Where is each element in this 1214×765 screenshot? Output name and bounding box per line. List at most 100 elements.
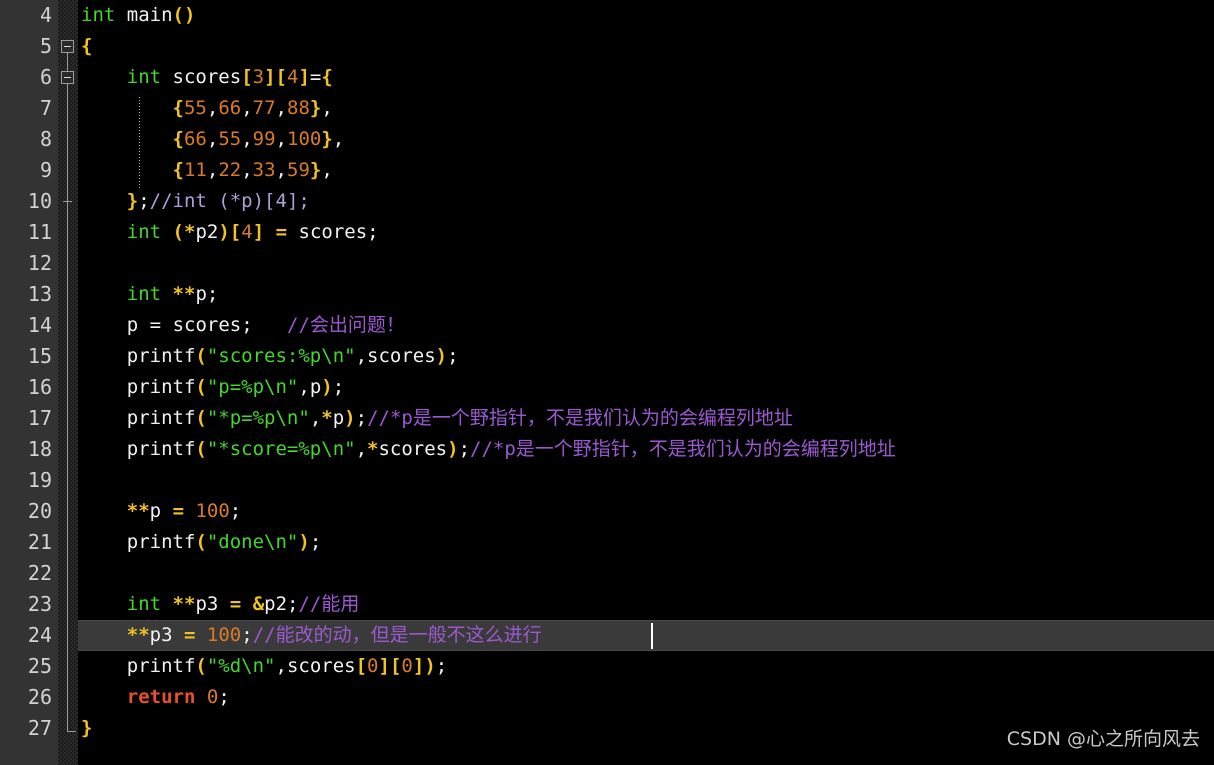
line-number: 10 xyxy=(27,189,52,213)
line-number: 15 xyxy=(27,344,52,368)
fold-guide-line xyxy=(67,44,68,732)
code-line-7[interactable]: {55,66,77,88}, xyxy=(78,93,1214,124)
token-identifier: scores xyxy=(367,345,436,367)
token-comment: //*p是一个野指针，不是我们认为的会编程列地址 xyxy=(367,407,793,429)
token-comment: //能改的动，但是一般不这么进行 xyxy=(252,624,542,646)
line-number: 27 xyxy=(27,716,52,740)
token-ampersand: & xyxy=(252,593,265,615)
token-brace-close: } xyxy=(321,128,333,150)
token-function: printf xyxy=(126,655,196,677)
token-semicolon: ; xyxy=(458,438,471,460)
token-star: * xyxy=(321,407,333,429)
token-comma: , xyxy=(332,128,345,150)
token-identifier: p xyxy=(126,314,139,336)
line-number: 11 xyxy=(27,220,52,244)
code-text-area[interactable]: int main() { int scores[3][4]={ {55,66,7… xyxy=(0,0,1214,765)
code-line-23[interactable]: int **p3 = &p2;//能用 xyxy=(78,589,1214,620)
code-line-24-current[interactable]: **p3 = 100;//能改的动，但是一般不这么进行 xyxy=(0,620,1214,651)
token-string: "scores:%p\n" xyxy=(206,345,356,367)
code-line-22[interactable] xyxy=(78,558,1214,589)
fold-collapse-icon[interactable] xyxy=(61,71,74,84)
token-keyword: int xyxy=(81,4,116,26)
code-line-25[interactable]: printf("%d\n",scores[0][0]); xyxy=(78,651,1214,682)
code-line-18[interactable]: printf("*score=%p\n",*scores);//*p是一个野指针… xyxy=(78,434,1214,465)
code-line-13[interactable]: int **p; xyxy=(78,279,1214,310)
line-number: 26 xyxy=(27,685,52,709)
token-comment: //int (*p)[4]; xyxy=(149,190,310,212)
line-number: 4 xyxy=(39,3,52,27)
token-comma: , xyxy=(275,97,287,119)
code-line-15[interactable]: printf("scores:%p\n",scores); xyxy=(78,341,1214,372)
token-equals: = xyxy=(184,624,196,646)
code-line-9[interactable]: {11,22,33,59}, xyxy=(78,155,1214,186)
token-paren-open: ( xyxy=(195,407,207,429)
token-identifier: p xyxy=(332,407,345,429)
token-paren-close: ) xyxy=(321,376,333,398)
token-bracket-close: ] xyxy=(264,66,276,88)
fold-collapse-icon[interactable] xyxy=(61,40,74,53)
token-semicolon: ; xyxy=(138,190,150,212)
code-line-5[interactable]: { xyxy=(78,31,1214,62)
token-string: "done\n" xyxy=(206,531,299,553)
token-semicolon: ; xyxy=(287,593,299,615)
token-identifier: p xyxy=(149,500,162,522)
token-double-star: ** xyxy=(126,500,150,522)
code-line-19[interactable] xyxy=(78,465,1214,496)
code-line-20[interactable]: **p = 100; xyxy=(78,496,1214,527)
token-identifier: scores xyxy=(286,655,356,677)
token-comma: , xyxy=(275,655,287,677)
token-number: 0 xyxy=(401,655,413,677)
line-number: 8 xyxy=(39,127,52,151)
code-line-4[interactable]: int main() xyxy=(78,0,1214,31)
token-paren-open: ( xyxy=(172,221,184,243)
code-line-11[interactable]: int (*p2)[4] = scores; xyxy=(78,217,1214,248)
token-comment: //*p是一个野指针，不是我们认为的会编程列地址 xyxy=(470,438,896,460)
token-paren-close: ) xyxy=(298,531,310,553)
token-identifier: p3 xyxy=(149,624,173,646)
code-line-16[interactable]: printf("p=%p\n",p); xyxy=(78,372,1214,403)
code-editor[interactable]: 4 5 6 7 8 9 10 11 12 13 14 15 16 17 18 1… xyxy=(0,0,1214,765)
token-brace-close: } xyxy=(81,717,93,739)
code-line-21[interactable]: printf("done\n"); xyxy=(78,527,1214,558)
token-comma: , xyxy=(355,438,368,460)
token-semicolon: ; xyxy=(241,624,253,646)
token-bracket-close: ] xyxy=(412,655,425,677)
token-bracket-close: ] xyxy=(298,66,310,88)
code-line-17[interactable]: printf("*p=%p\n",*p);//*p是一个野指针，不是我们认为的会… xyxy=(78,403,1214,434)
code-line-8[interactable]: {66,55,99,100}, xyxy=(78,124,1214,155)
token-paren-close: ) xyxy=(218,221,230,243)
code-line-12[interactable] xyxy=(78,248,1214,279)
token-comma: , xyxy=(275,128,287,150)
token-identifier: p2 xyxy=(195,221,219,243)
token-paren-open: ( xyxy=(195,438,207,460)
token-bracket-open: [ xyxy=(241,66,253,88)
token-comma: , xyxy=(321,97,333,119)
code-line-6[interactable]: int scores[3][4]={ xyxy=(78,62,1214,93)
token-paren-open: ( xyxy=(195,376,207,398)
token-number: 77 xyxy=(252,97,276,119)
token-paren-open: ( xyxy=(172,4,184,26)
fold-margin[interactable] xyxy=(58,0,78,765)
token-paren-close: ) xyxy=(424,655,436,677)
token-gap xyxy=(253,314,287,336)
code-line-10[interactable]: };//int (*p)[4]; xyxy=(78,186,1214,217)
token-brace-open: { xyxy=(172,159,184,181)
line-number: 19 xyxy=(27,468,52,492)
code-line-14[interactable]: p = scores; //会出问题！ xyxy=(78,310,1214,341)
line-number-gutter: 4 5 6 7 8 9 10 11 12 13 14 15 16 17 18 1… xyxy=(0,0,58,765)
code-line-26[interactable]: return 0; xyxy=(78,682,1214,713)
